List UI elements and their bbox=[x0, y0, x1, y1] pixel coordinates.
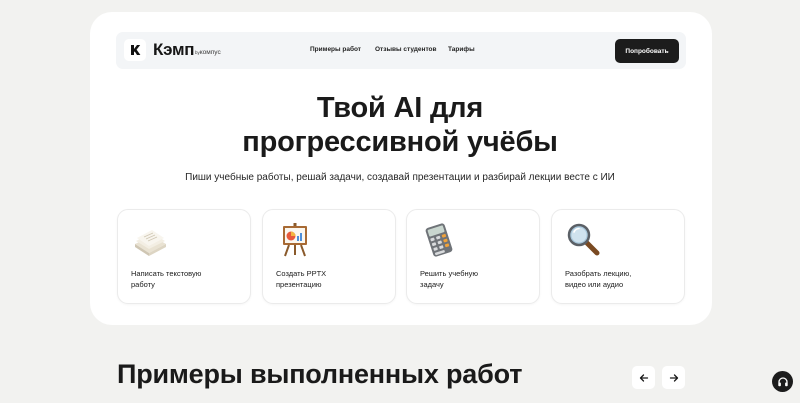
paper-stack-icon bbox=[135, 230, 166, 256]
examples-section-title: Примеры выполненных работ bbox=[117, 359, 523, 389]
logo-partner-name: компус bbox=[199, 49, 221, 56]
calculator-icon bbox=[425, 223, 453, 257]
nav-link-examples[interactable]: Примеры работ bbox=[310, 46, 361, 54]
try-button[interactable]: Попробовать bbox=[615, 39, 679, 63]
support-chat-button[interactable] bbox=[772, 371, 793, 392]
arrow-left-icon bbox=[639, 373, 648, 382]
feature-label: Создать PPTX презентацию bbox=[276, 269, 327, 289]
feature-label: Решить учебную задачу bbox=[420, 269, 479, 289]
presentation-board-icon bbox=[283, 223, 307, 257]
magnifier-icon bbox=[567, 223, 600, 256]
logo-wordmark[interactable]: Кэмп bbox=[153, 41, 194, 59]
carousel-prev-button[interactable] bbox=[632, 366, 655, 389]
carousel-next-button[interactable] bbox=[662, 366, 685, 389]
feature-card-solve-task[interactable]: Решить учебную задачу bbox=[406, 209, 540, 304]
feature-label: Разобрать лекцию, видео или аудио bbox=[565, 269, 632, 289]
nav-link-reviews[interactable]: Отзывы студентов bbox=[375, 46, 437, 54]
nav-link-pricing[interactable]: Тарифы bbox=[448, 46, 475, 54]
logo-partner: byкомпус bbox=[195, 49, 221, 57]
hero-title-line2: прогрессивной учёбы bbox=[242, 126, 558, 158]
hero-subtitle: Пиши учебные работы, решай задачи, созда… bbox=[185, 172, 615, 183]
feature-card-lecture[interactable]: Разобрать лекцию, видео или аудио bbox=[551, 209, 685, 304]
feature-label: Написать текстовую работу bbox=[131, 269, 202, 289]
hero-title-line1: Твой AI для bbox=[316, 92, 484, 124]
arrow-right-icon bbox=[669, 373, 678, 382]
feature-card-text-work[interactable]: Написать текстовую работу bbox=[117, 209, 251, 304]
headphones-icon bbox=[777, 376, 788, 386]
hero-title: Твой AI для прогрессивной учёбы bbox=[200, 91, 600, 159]
feature-card-presentation[interactable]: Создать PPTX презентацию bbox=[262, 209, 396, 304]
logo-k-icon[interactable] bbox=[124, 39, 146, 61]
